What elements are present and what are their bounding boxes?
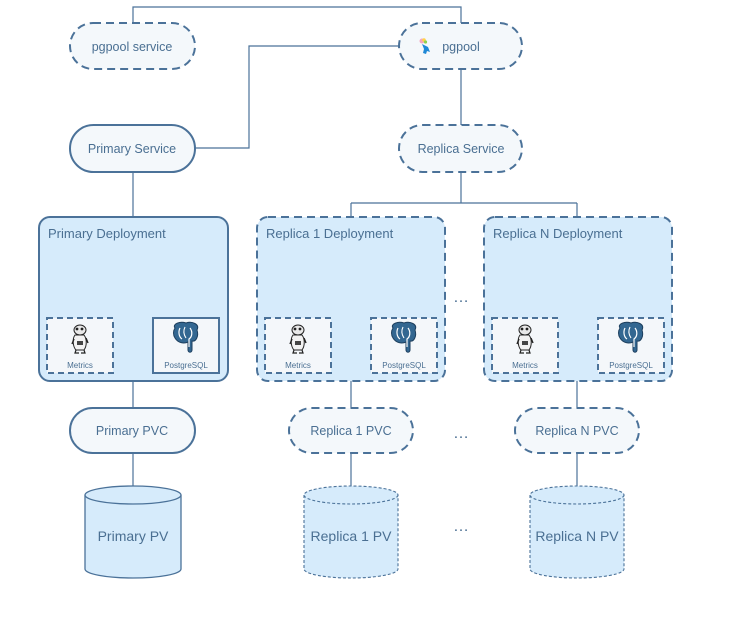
deployment-ellipsis: … <box>453 289 469 306</box>
pgpool-node[interactable]: pgpool <box>398 22 523 70</box>
replica1-deployment[interactable]: Replica 1 Deployment Metrics PostgreSQL <box>256 216 446 382</box>
primary-service-label: Primary Service <box>88 142 176 156</box>
connector-primary-service-to-pgpool <box>195 45 399 149</box>
connector-pgpool-service-to-pgpool <box>132 6 462 23</box>
replica1-pvc-node[interactable]: Replica 1 PVC <box>288 407 414 454</box>
pgpool-service-node[interactable]: pgpool service <box>69 22 196 70</box>
architecture-diagram: pgpool service pgpool Primary Service Re… <box>38 6 673 579</box>
replica-service-label: Replica Service <box>418 142 505 156</box>
replica1-postgresql-container[interactable]: PostgreSQL <box>370 317 438 374</box>
replica1-metrics-label: Metrics <box>285 361 311 370</box>
primary-pvc-node[interactable]: Primary PVC <box>69 407 196 454</box>
primary-deployment[interactable]: Primary Deployment Metrics PostgreSQL <box>38 216 229 382</box>
primary-metrics-label: Metrics <box>67 361 93 370</box>
primary-postgresql-container[interactable]: PostgreSQL <box>152 317 220 374</box>
replicaN-metrics-label: Metrics <box>512 361 538 370</box>
pgpool-label: pgpool <box>442 40 480 54</box>
primary-pv-node[interactable]: Primary PV <box>84 485 182 579</box>
replicaN-postgresql-container[interactable]: PostgreSQL <box>597 317 665 374</box>
replica1-metrics-container[interactable]: Metrics <box>264 317 332 374</box>
pvc-ellipsis: … <box>453 425 469 442</box>
replica1-pv-node[interactable]: Replica 1 PV <box>303 485 399 579</box>
connector-replica-service-to-deployments <box>350 172 578 217</box>
replicaN-deployment[interactable]: Replica N Deployment Metrics PostgreSQL <box>483 216 673 382</box>
replica1-deployment-title: Replica 1 Deployment <box>266 226 394 241</box>
replicaN-postgresql-label: PostgreSQL <box>609 361 653 370</box>
replica-service-node[interactable]: Replica Service <box>398 124 523 173</box>
replica1-postgresql-label: PostgreSQL <box>382 361 426 370</box>
primary-deployment-title: Primary Deployment <box>48 226 166 241</box>
primary-metrics-container[interactable]: Metrics <box>46 317 114 374</box>
primary-service-node[interactable]: Primary Service <box>69 124 196 173</box>
pgpool-service-label: pgpool service <box>92 40 173 54</box>
pv-ellipsis: … <box>453 518 469 535</box>
replicaN-pv-node[interactable]: Replica N PV <box>529 485 625 579</box>
primary-postgresql-label: PostgreSQL <box>164 361 208 370</box>
primary-pv-label: Primary PV <box>98 528 169 544</box>
replicaN-deployment-title: Replica N Deployment <box>493 226 623 241</box>
replicaN-metrics-container[interactable]: Metrics <box>491 317 559 374</box>
replicaN-pvc-label: Replica N PVC <box>535 424 618 438</box>
replicaN-pvc-node[interactable]: Replica N PVC <box>514 407 640 454</box>
replica1-pvc-label: Replica 1 PVC <box>310 424 391 438</box>
replicaN-pv-label: Replica N PV <box>535 528 619 544</box>
replica1-pv-label: Replica 1 PV <box>311 528 393 544</box>
primary-pvc-label: Primary PVC <box>96 424 168 438</box>
